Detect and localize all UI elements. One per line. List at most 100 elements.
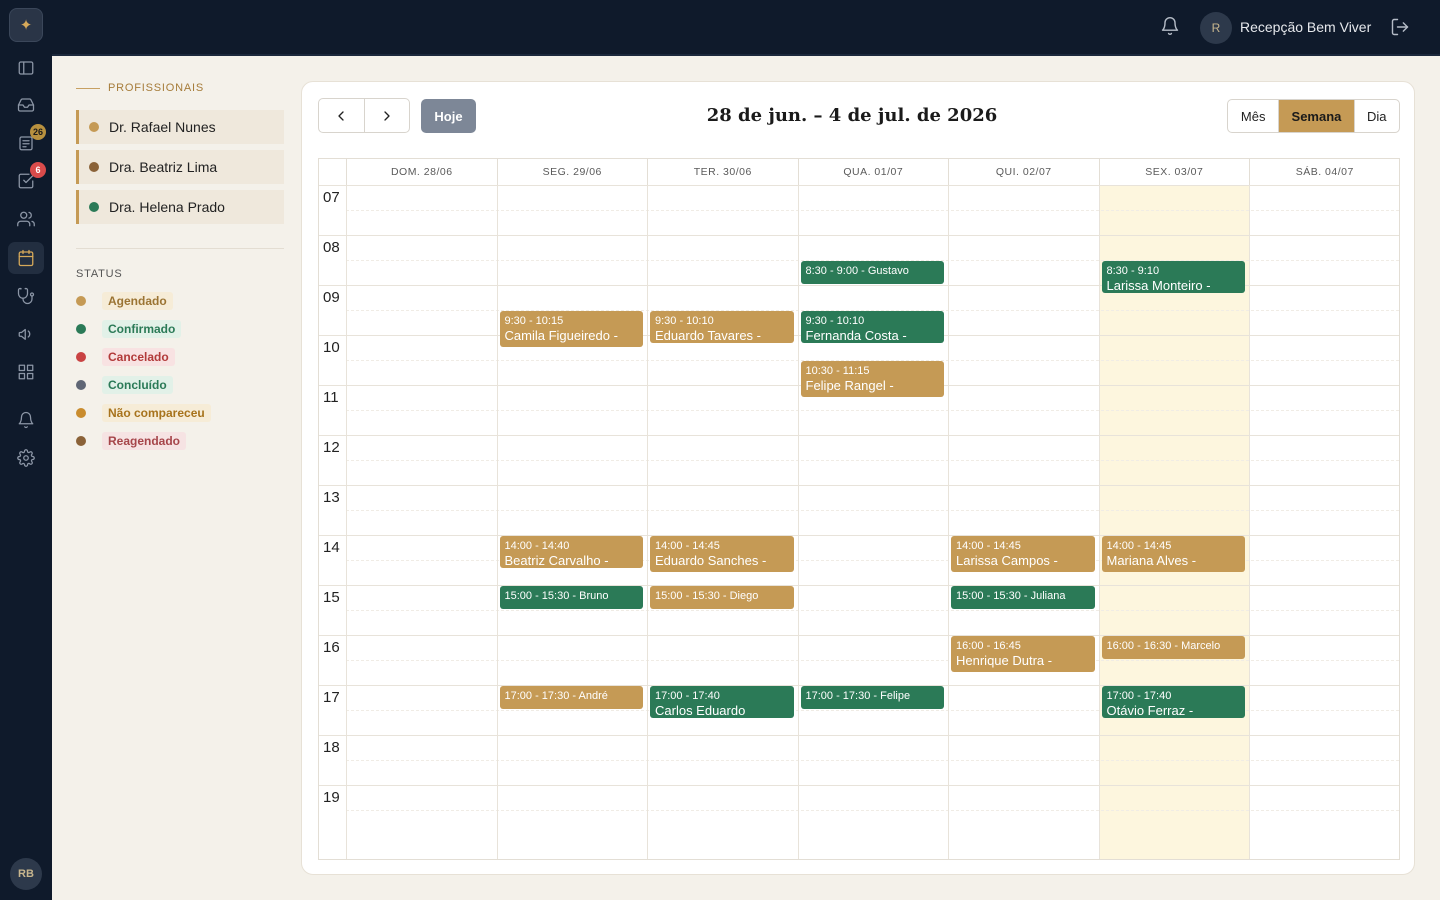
hour-line <box>319 585 1399 586</box>
status-heading: STATUS <box>76 268 123 280</box>
appointment-event[interactable]: 17:00 - 17:40 Carlos Eduardo <box>650 686 794 718</box>
nav-users-button[interactable] <box>8 203 44 235</box>
appointment-event[interactable]: 15:00 - 15:30 - Bruno <box>499 586 643 609</box>
previous-week-button[interactable] <box>319 99 364 132</box>
status-filter-item[interactable]: Agendado <box>76 292 173 310</box>
half-hour-line <box>346 760 1399 761</box>
grid-icon <box>18 364 34 380</box>
half-hour-line <box>346 460 1399 461</box>
day-header[interactable]: QUI. 02/07 <box>948 159 1099 185</box>
status-filter-item[interactable]: Não compareceu <box>76 404 211 422</box>
status-filter-item[interactable]: Confirmado <box>76 320 182 338</box>
sidebar: ✦ 26 6 RB <box>0 0 52 900</box>
nav-calendar-button[interactable] <box>8 242 44 274</box>
status-label: Reagendado <box>102 432 187 450</box>
day-header[interactable]: SÁB. 04/07 <box>1249 159 1400 185</box>
appointment-event[interactable]: 17:00 - 17:40 Otávio Ferraz - <box>1101 686 1245 718</box>
appointment-event[interactable]: 17:00 - 17:30 - André <box>499 686 643 709</box>
event-patient: Eduardo Tavares - <box>655 328 761 343</box>
nav-settings-button[interactable] <box>8 442 44 474</box>
header-divider <box>319 185 1399 186</box>
appointment-event[interactable]: 14:00 - 14:45 Larissa Campos - <box>951 536 1095 572</box>
next-week-button[interactable] <box>363 99 410 132</box>
hour-label: 08 <box>323 239 340 256</box>
today-button[interactable]: Hoje <box>421 99 476 133</box>
status-label: Confirmado <box>102 320 182 338</box>
appointment-event[interactable]: 8:30 - 9:00 - Gustavo <box>800 261 944 284</box>
day-header[interactable]: DOM. 28/06 <box>346 159 497 185</box>
appointment-event[interactable]: 15:00 - 15:30 - Diego <box>650 586 794 609</box>
appointment-event[interactable]: 14:00 - 14:45 Eduardo Sanches - <box>650 536 794 572</box>
appointment-event[interactable]: 16:00 - 16:45 Henrique Dutra - <box>951 636 1095 672</box>
day-header[interactable]: SEG. 29/06 <box>496 159 648 185</box>
user-avatar[interactable]: RB <box>10 858 42 890</box>
settings-icon <box>17 449 35 467</box>
status-filter-item[interactable]: Cancelado <box>76 348 175 366</box>
nav-grid-button[interactable] <box>8 356 44 388</box>
hour-line <box>319 235 1399 236</box>
nav-checkbox-button[interactable]: 6 <box>8 162 46 197</box>
professional-name: Dra. Beatriz Lima <box>109 159 218 175</box>
half-hour-line <box>346 660 1399 661</box>
view-month-button[interactable]: Mês <box>1228 100 1278 132</box>
week-navigation <box>318 98 410 133</box>
day-header[interactable]: TER. 30/06 <box>647 159 798 185</box>
nav-stethoscope-button[interactable] <box>8 280 44 312</box>
appointment-event[interactable]: 9:30 - 10:10 Fernanda Costa - <box>800 311 944 343</box>
professional-filter-item[interactable]: Dra. Helena Prado <box>76 190 284 224</box>
calendar-icon <box>18 249 34 267</box>
event-time: 9:30 - 10:10 <box>805 315 865 327</box>
status-dot <box>76 436 86 446</box>
event-time: 15:00 - 15:30 - Bruno <box>504 590 609 602</box>
megaphone-icon <box>18 328 31 340</box>
view-day-button[interactable]: Dia <box>1353 100 1399 132</box>
appointment-event[interactable]: 10:30 - 11:15 Felipe Rangel - <box>800 361 944 397</box>
logout-icon[interactable] <box>1390 17 1412 39</box>
color-dot <box>89 162 99 172</box>
event-time: 8:30 - 9:00 - Gustavo <box>805 265 909 277</box>
nav-clipboard-button[interactable]: 26 <box>8 124 46 159</box>
half-hour-line <box>346 610 1399 611</box>
filter-panel: PROFISSIONAIS Dr. Rafael Nunes Dra. Beatr… <box>52 56 300 900</box>
view-switcher: Mês Semana Dia <box>1227 99 1400 133</box>
notifications-bell-icon[interactable] <box>1160 16 1182 38</box>
bell-icon <box>18 411 34 429</box>
appointment-event[interactable]: 14:00 - 14:45 Mariana Alves - <box>1101 536 1245 572</box>
heading-line <box>76 87 100 89</box>
appointment-event[interactable]: 9:30 - 10:10 Eduardo Tavares - <box>650 311 794 343</box>
status-filter-item[interactable]: Reagendado <box>76 432 187 450</box>
nav-inbox-button[interactable] <box>8 89 44 121</box>
status-filter-item[interactable]: Concluído <box>76 376 173 394</box>
hour-label: 19 <box>323 789 340 806</box>
status-dot <box>76 324 86 334</box>
hour-label: 15 <box>323 589 340 606</box>
professional-name: Dra. Helena Prado <box>109 199 225 215</box>
appointment-event[interactable]: 8:30 - 9:10 Larissa Monteiro - <box>1101 261 1245 293</box>
avatar[interactable]: R <box>1200 12 1232 44</box>
event-patient: Larissa Campos - <box>956 553 1058 569</box>
nav-panel-button[interactable] <box>8 52 44 84</box>
nav-bell-button[interactable] <box>8 404 44 436</box>
panel-icon <box>18 61 34 75</box>
appointment-event[interactable]: 9:30 - 10:15 Camila Figueiredo - <box>499 311 643 347</box>
day-header[interactable]: SEX. 03/07 <box>1098 159 1250 185</box>
appointment-event[interactable]: 15:00 - 15:30 - Juliana <box>951 586 1095 609</box>
chevron-left-icon <box>338 110 344 121</box>
appointment-event[interactable]: 14:00 - 14:40 Beatriz Carvalho - <box>499 536 643 568</box>
event-time: 17:00 - 17:40 <box>1106 690 1172 702</box>
event-time: 8:30 - 9:10 <box>1106 265 1160 277</box>
event-time: 17:00 - 17:40 <box>655 690 720 702</box>
chevron-right-icon <box>384 110 390 121</box>
app-logo[interactable]: ✦ <box>9 8 43 42</box>
professional-filter-item[interactable]: Dra. Beatriz Lima <box>76 150 284 184</box>
user-name[interactable]: Recepção Bem Viver <box>1240 19 1371 35</box>
professional-filter-item[interactable]: Dr. Rafael Nunes <box>76 110 284 144</box>
event-time: 15:00 - 15:30 - Diego <box>655 590 759 602</box>
appointment-event[interactable]: 17:00 - 17:30 - Felipe <box>800 686 944 709</box>
nav-megaphone-button[interactable] <box>8 318 44 350</box>
appointment-event[interactable]: 16:00 - 16:30 - Marcelo <box>1101 636 1245 659</box>
event-time: 17:00 - 17:30 - André <box>504 690 608 702</box>
hour-line <box>319 735 1399 736</box>
view-week-button[interactable]: Semana <box>1278 100 1354 132</box>
day-header[interactable]: QUA. 01/07 <box>797 159 949 185</box>
